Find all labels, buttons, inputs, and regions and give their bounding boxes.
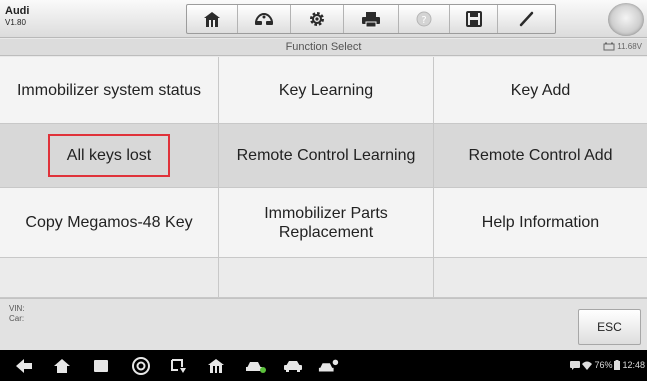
android-home-icon bbox=[54, 359, 70, 373]
chat-icon bbox=[570, 360, 581, 370]
function-label: Remote Control Add bbox=[468, 147, 613, 164]
function-label: Key Learning bbox=[278, 81, 374, 99]
function-immobilizer-parts-replacement[interactable]: Immobilizer Parts Replacement bbox=[219, 188, 434, 258]
car-battery-icon bbox=[603, 42, 615, 51]
function-label: Immobilizer Parts Replacement bbox=[264, 204, 388, 241]
vehicle-info-bar: VIN: Car: ESC bbox=[0, 298, 647, 350]
clock: 12:48 bbox=[622, 360, 645, 370]
screen-cast-button[interactable] bbox=[168, 355, 190, 377]
menu-orb-button[interactable] bbox=[608, 3, 644, 36]
printer-icon bbox=[362, 11, 380, 27]
function-all-keys-lost[interactable]: All keys lost bbox=[0, 124, 219, 188]
function-key-learning[interactable]: Key Learning bbox=[219, 57, 434, 124]
save-button[interactable] bbox=[450, 5, 498, 33]
function-label: Immobilizer system status bbox=[16, 81, 202, 99]
remote-expert-button[interactable] bbox=[318, 355, 340, 377]
gear-icon bbox=[310, 12, 324, 26]
function-remote-control-add[interactable]: Remote Control Add bbox=[434, 124, 647, 188]
nav-back-button[interactable] bbox=[13, 355, 35, 377]
home-icon bbox=[204, 11, 220, 27]
wifi-icon bbox=[582, 361, 593, 370]
vehicle-swap-icon bbox=[255, 12, 273, 25]
battery-percent: 76% bbox=[594, 360, 613, 370]
vehicle-info: VIN: Car: bbox=[9, 304, 25, 324]
page-title: Function Select bbox=[285, 41, 362, 53]
function-label: Remote Control Learning bbox=[236, 147, 416, 164]
vehicle-make: Audi bbox=[5, 5, 30, 17]
function-label: Help Information bbox=[481, 214, 600, 231]
car-icon bbox=[284, 361, 302, 372]
title-bar: Function Select 11.68V bbox=[0, 39, 647, 56]
esc-button[interactable]: ESC bbox=[578, 309, 641, 345]
function-key-add[interactable]: Key Add bbox=[434, 57, 647, 124]
help-button[interactable]: ? bbox=[399, 5, 450, 33]
vehicle-diagnose-button[interactable] bbox=[245, 355, 267, 377]
function-help-information[interactable]: Help Information bbox=[434, 188, 647, 258]
nav-home-button[interactable] bbox=[51, 355, 73, 377]
chrome-button[interactable] bbox=[130, 355, 152, 377]
top-toolbar: Audi V1.80 ? bbox=[0, 0, 647, 38]
recent-apps-icon bbox=[94, 360, 108, 372]
vehicle-button[interactable] bbox=[282, 355, 304, 377]
screen-cast-icon bbox=[171, 359, 186, 373]
software-version: V1.80 bbox=[5, 18, 26, 27]
edit-button[interactable] bbox=[498, 5, 555, 33]
function-label-highlighted: All keys lost bbox=[47, 134, 171, 177]
vehicle-swap-button[interactable] bbox=[238, 5, 291, 33]
battery-voltage: 11.68V bbox=[617, 42, 642, 51]
function-label: Copy Megamos-48 Key bbox=[25, 214, 193, 231]
empty-cell bbox=[434, 258, 647, 298]
function-label: Key Add bbox=[510, 81, 571, 99]
empty-cell bbox=[0, 258, 219, 298]
help-icon: ? bbox=[416, 11, 432, 27]
diag-home-button[interactable] bbox=[205, 355, 227, 377]
back-icon bbox=[16, 359, 32, 373]
car-label: Car: bbox=[9, 314, 25, 323]
save-icon bbox=[465, 11, 482, 27]
battery-icon bbox=[614, 360, 621, 370]
print-button[interactable] bbox=[344, 5, 399, 33]
toolbar-buttons: ? bbox=[186, 4, 556, 34]
home-button[interactable] bbox=[187, 5, 238, 33]
function-immobilizer-status[interactable]: Immobilizer system status bbox=[0, 57, 219, 124]
voltage-indicator: 11.68V bbox=[603, 42, 642, 51]
chrome-icon bbox=[132, 357, 150, 375]
function-remote-control-learning[interactable]: Remote Control Learning bbox=[219, 124, 434, 188]
system-nav-bar: 76% 12:48 bbox=[0, 350, 647, 381]
car-person-icon bbox=[318, 359, 339, 372]
settings-button[interactable] bbox=[291, 5, 344, 33]
pen-icon bbox=[519, 11, 533, 27]
brand: Audi V1.80 bbox=[5, 5, 29, 29]
nav-recents-button[interactable] bbox=[90, 355, 112, 377]
car-green-icon bbox=[246, 362, 266, 373]
vin-label: VIN: bbox=[9, 304, 25, 313]
empty-cell bbox=[219, 258, 434, 298]
function-copy-megamos-48-key[interactable]: Copy Megamos-48 Key bbox=[0, 188, 219, 258]
home-icon bbox=[208, 359, 224, 373]
status-area: 76% 12:48 bbox=[570, 360, 645, 370]
svg-text:?: ? bbox=[421, 15, 426, 26]
function-grid: Immobilizer system status Key Learning K… bbox=[0, 57, 647, 298]
